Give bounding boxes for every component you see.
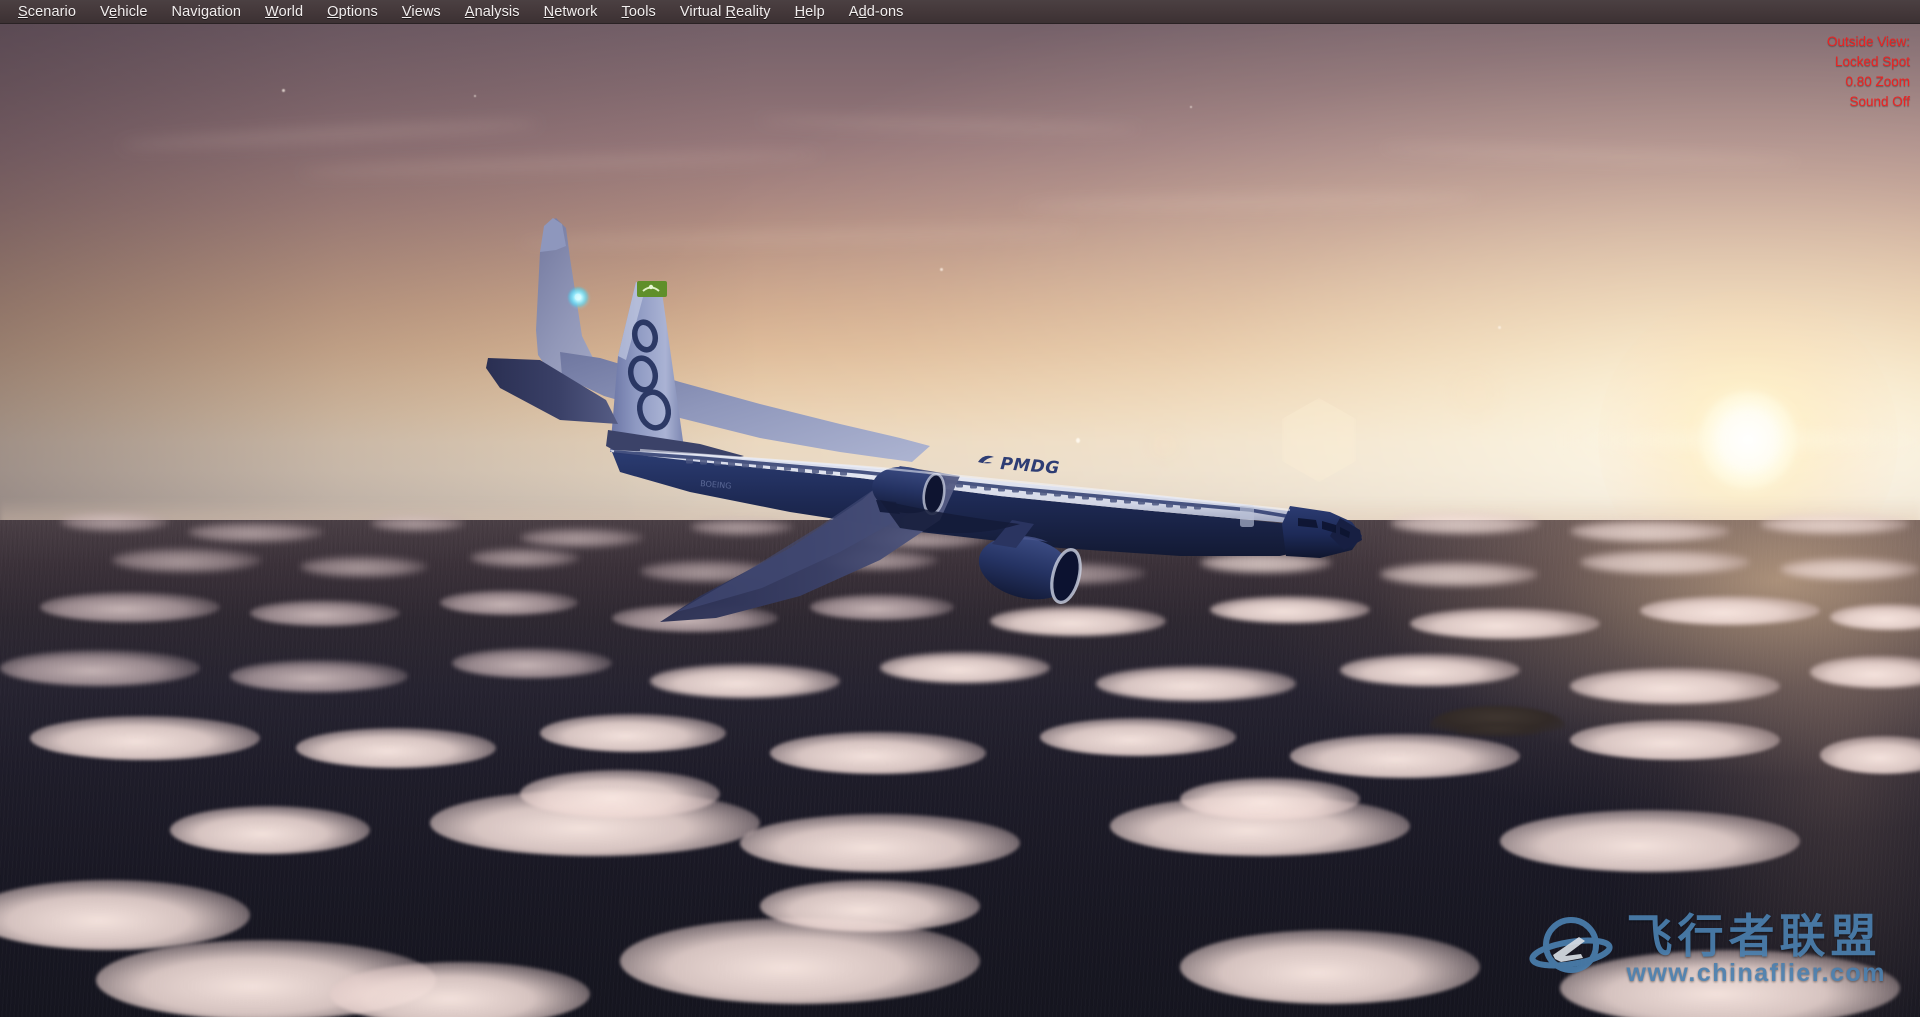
menu-item-tools[interactable]: Tools — [610, 0, 668, 24]
sun-core — [1700, 392, 1796, 488]
menu-item-world[interactable]: World — [253, 0, 315, 24]
sky-speck — [1498, 326, 1501, 329]
sky-speck — [282, 89, 285, 92]
lens-flare-ghost — [1452, 372, 1498, 418]
simulator-3d-viewport[interactable]: PMDG BOEING — [0, 0, 1920, 1017]
menu-item-help[interactable]: Help — [783, 0, 837, 24]
view-status-overlay: Outside View: Locked Spot 0.80 Zoom Soun… — [1827, 32, 1910, 112]
wingtip-nav-light — [568, 287, 590, 309]
lens-flare-ghost — [1150, 430, 1180, 460]
watermark: 飞行者联盟 www.chinaflier.com — [1528, 907, 1886, 991]
menu-item-options[interactable]: Options — [315, 0, 390, 24]
island-landmass — [1455, 724, 1541, 737]
hud-line-zoom-level: 0.80 Zoom — [1845, 74, 1910, 89]
watermark-chinese-text: 飞行者联盟 — [1626, 909, 1882, 963]
menu-item-analysis[interactable]: Analysis — [453, 0, 532, 24]
flight-simulator-window: PMDG BOEING Scenario Vehicle Navigation … — [0, 0, 1920, 1017]
sky-left-shadow — [0, 0, 760, 560]
menu-item-scenario[interactable]: Scenario — [6, 0, 88, 24]
menu-item-vehicle[interactable]: Vehicle — [88, 0, 159, 24]
menu-item-views[interactable]: Views — [390, 0, 453, 24]
hud-line-sound-state: Sound Off — [1849, 94, 1910, 109]
menu-bar[interactable]: Scenario Vehicle Navigation World Option… — [0, 0, 1920, 24]
watermark-url: www.chinaflier.com — [1626, 959, 1886, 987]
menu-item-virtual-reality[interactable]: Virtual Reality — [668, 0, 783, 24]
sky-speck — [1076, 438, 1080, 443]
sky-speck — [940, 268, 943, 271]
hud-line-outside-view: Outside View: — [1826, 34, 1910, 49]
sky-speck — [1190, 106, 1192, 108]
menu-item-navigation[interactable]: Navigation — [160, 0, 254, 24]
menu-item-network[interactable]: Network — [532, 0, 610, 24]
sky-speck — [474, 95, 476, 97]
hud-line-camera-mode: Locked Spot — [1834, 54, 1910, 69]
planet-orbit-airplane-icon — [1528, 907, 1613, 991]
menu-item-add-ons[interactable]: Add-ons — [837, 0, 916, 24]
